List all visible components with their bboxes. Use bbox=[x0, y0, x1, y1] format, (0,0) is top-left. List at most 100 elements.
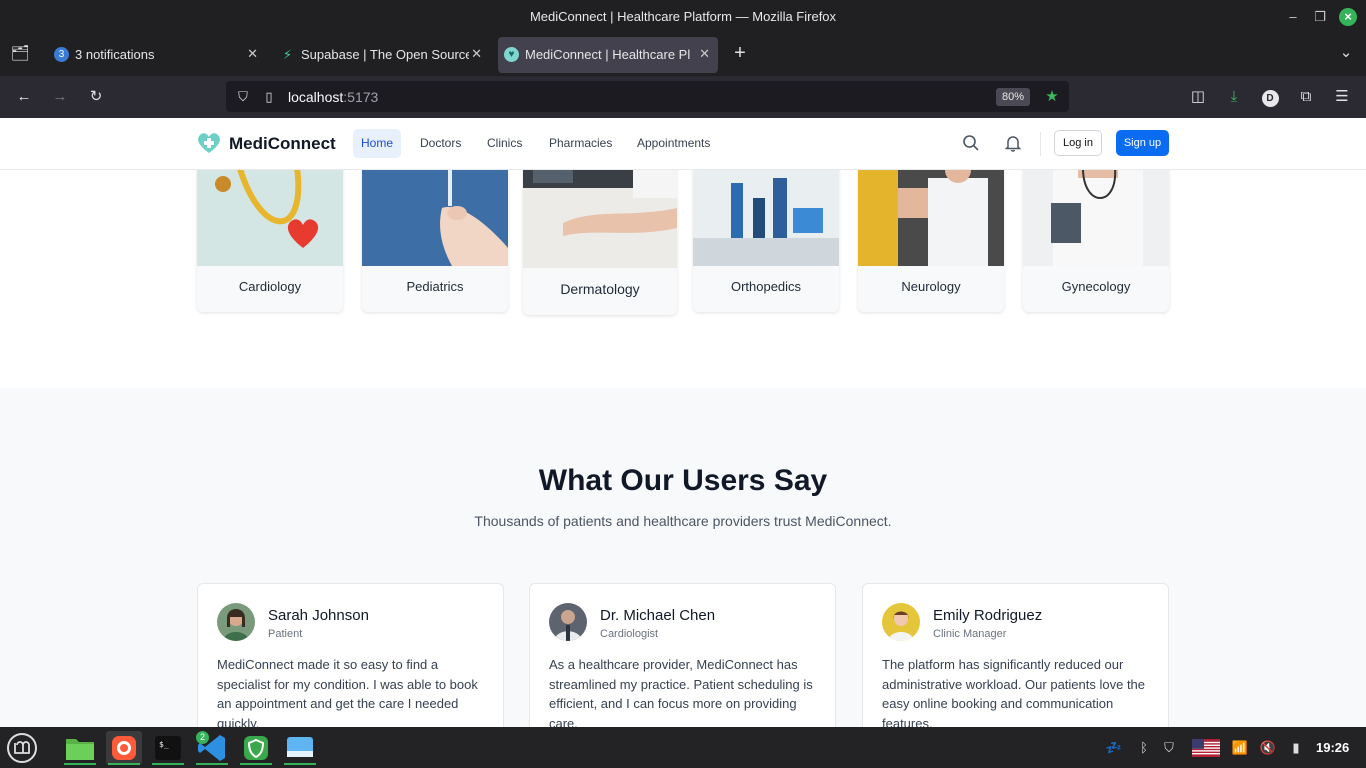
testimonial-quote: MediConnect made it so easy to find a sp… bbox=[217, 657, 478, 727]
url-text[interactable]: localhost:5173 bbox=[288, 89, 378, 105]
avatar bbox=[217, 603, 255, 641]
vscode-icon[interactable]: 2 bbox=[194, 731, 230, 765]
search-icon[interactable] bbox=[961, 133, 981, 153]
tab-mediconnect[interactable]: ♥ MediConnect | Healthcare Pl ✕ bbox=[498, 37, 718, 73]
reload-icon[interactable]: ↻ bbox=[85, 86, 107, 108]
mediconnect-logo-icon bbox=[198, 133, 220, 153]
testimonials-section: What Our Users Say Thousands of patients… bbox=[0, 388, 1366, 727]
zoom-level[interactable]: 80% bbox=[996, 88, 1030, 106]
specialty-card-cardiology[interactable]: Cardiology bbox=[197, 148, 343, 312]
specialty-name: Neurology bbox=[901, 279, 961, 294]
testimonial-name: Dr. Michael Chen bbox=[600, 607, 716, 624]
login-button[interactable]: Log in bbox=[1054, 130, 1102, 156]
tab-strip: 🗂 3 3 notifications ✕ ⚡ Supabase | The O… bbox=[0, 33, 1366, 76]
specialty-card-gynecology[interactable]: Gynecology bbox=[1023, 148, 1169, 312]
testimonial-quote: The platform has significantly reduced o… bbox=[882, 657, 1146, 727]
clock[interactable]: 19:26 bbox=[1316, 740, 1349, 755]
pocket-icon[interactable]: ◫ bbox=[1187, 86, 1209, 108]
sleep-icon[interactable]: 💤 bbox=[1105, 739, 1123, 757]
forward-icon[interactable]: → bbox=[49, 86, 71, 108]
mint-menu-icon[interactable] bbox=[4, 731, 40, 765]
tab-notifications[interactable]: 3 3 notifications ✕ bbox=[48, 37, 266, 73]
battery-icon[interactable]: ▮ bbox=[1287, 739, 1305, 757]
specialty-card-dermatology[interactable]: Dermatology bbox=[523, 148, 677, 315]
running-indicator bbox=[240, 763, 272, 765]
new-tab-icon[interactable]: + bbox=[729, 42, 751, 64]
testimonial-name: Sarah Johnson bbox=[268, 607, 369, 624]
url-bar[interactable]: ⛉ ▯ localhost:5173 80% ★ bbox=[226, 81, 1069, 112]
specialty-card-neurology[interactable]: Neurology bbox=[858, 148, 1004, 312]
testimonial-role: Cardiologist bbox=[600, 628, 659, 640]
volume-muted-icon[interactable]: 🔇 bbox=[1259, 739, 1277, 757]
page-icon[interactable]: ▯ bbox=[258, 86, 280, 108]
nav-clinics[interactable]: Clinics bbox=[479, 129, 530, 158]
wifi-icon[interactable]: 📶 bbox=[1231, 739, 1249, 757]
avatar bbox=[882, 603, 920, 641]
extensions-icon[interactable]: ⧉ bbox=[1295, 86, 1317, 108]
testimonial-card: Sarah Johnson Patient MediConnect made i… bbox=[197, 583, 504, 727]
signup-button[interactable]: Sign up bbox=[1116, 130, 1169, 156]
bell-icon[interactable] bbox=[1003, 133, 1023, 153]
account-icon[interactable]: D bbox=[1259, 86, 1281, 108]
testimonial-role: Clinic Manager bbox=[933, 628, 1007, 640]
running-indicator bbox=[196, 763, 228, 765]
running-indicator bbox=[152, 763, 184, 765]
minimize-button[interactable]: – bbox=[1284, 8, 1302, 26]
files-icon[interactable] bbox=[62, 731, 98, 765]
close-tab-icon[interactable]: ✕ bbox=[699, 46, 710, 62]
vpn-shield-icon[interactable] bbox=[238, 731, 274, 765]
list-tabs-chevron-icon[interactable]: ⌄ bbox=[1335, 42, 1357, 64]
testimonials-subheading: Thousands of patients and healthcare pro… bbox=[474, 513, 892, 529]
terminal-icon[interactable]: $_ bbox=[150, 731, 186, 765]
running-indicator bbox=[64, 763, 96, 765]
url-port: :5173 bbox=[343, 89, 379, 105]
site-header: MediConnect Home Doctors Clinics Pharmac… bbox=[0, 118, 1366, 170]
close-tab-icon[interactable]: ✕ bbox=[247, 46, 258, 62]
nav-doctors[interactable]: Doctors bbox=[412, 129, 469, 158]
avatar bbox=[549, 603, 587, 641]
menu-hamburger-icon[interactable]: ☰ bbox=[1331, 86, 1353, 108]
back-icon[interactable]: ← bbox=[13, 86, 35, 108]
specialty-name: Pediatrics bbox=[406, 279, 464, 294]
specialty-card-orthopedics[interactable]: Orthopedics bbox=[693, 148, 839, 312]
tab-manager-icon[interactable]: 🗂 bbox=[9, 43, 31, 65]
firefox-icon[interactable] bbox=[106, 731, 142, 765]
testimonial-name: Emily Rodriguez bbox=[933, 607, 1043, 624]
account-initial: D bbox=[1261, 90, 1279, 107]
specialty-name: Cardiology bbox=[238, 279, 302, 294]
bluetooth-icon[interactable]: ᛒ bbox=[1135, 739, 1153, 757]
close-window-button[interactable]: × bbox=[1339, 8, 1357, 26]
header-divider bbox=[1040, 132, 1041, 156]
specialty-card-pediatrics[interactable]: Pediatrics bbox=[362, 148, 508, 312]
us-flag-icon[interactable] bbox=[1192, 739, 1220, 757]
nav-pharmacies[interactable]: Pharmacies bbox=[541, 129, 620, 158]
navigation-bar: ← → ↻ ⛉ ▯ localhost:5173 80% ★ ◫ ⤓ D ⧉ ☰ bbox=[0, 76, 1366, 118]
maximize-button[interactable]: ❐ bbox=[1311, 8, 1329, 26]
close-tab-icon[interactable]: ✕ bbox=[471, 46, 482, 62]
shield-icon[interactable]: ⛉ bbox=[232, 86, 254, 108]
testimonial-card: Emily Rodriguez Clinic Manager The platf… bbox=[862, 583, 1169, 727]
specialty-name: Orthopedics bbox=[730, 279, 802, 294]
bookmark-star-icon[interactable]: ★ bbox=[1041, 86, 1063, 108]
downloads-icon[interactable]: ⤓ bbox=[1223, 86, 1245, 108]
window-titlebar: MediConnect | Healthcare Platform — Mozi… bbox=[0, 0, 1366, 33]
running-indicator bbox=[284, 763, 316, 765]
remote-desktop-icon[interactable] bbox=[282, 731, 318, 765]
tab-label: MediConnect | Healthcare Pl bbox=[525, 47, 691, 62]
window-title: MediConnect | Healthcare Platform — Mozi… bbox=[529, 9, 837, 24]
testimonial-quote: As a healthcare provider, MediConnect ha… bbox=[549, 657, 813, 727]
testimonials-heading: What Our Users Say bbox=[538, 464, 828, 497]
mediconnect-favicon: ♥ bbox=[504, 47, 519, 62]
notification-count-badge: 3 bbox=[54, 47, 69, 62]
shield-tray-icon[interactable]: ⛉ bbox=[1160, 739, 1178, 757]
web-content: MediConnect Home Doctors Clinics Pharmac… bbox=[0, 118, 1366, 727]
vscode-badge: 2 bbox=[196, 731, 209, 744]
specialty-name: Dermatology bbox=[560, 281, 640, 297]
tab-supabase[interactable]: ⚡ Supabase | The Open Source ✕ bbox=[274, 37, 490, 73]
taskbar: $_ 2 💤 ᛒ ⛉ 📶 🔇 ▮ 19:26 bbox=[0, 727, 1366, 768]
nav-appointments[interactable]: Appointments bbox=[629, 129, 718, 158]
brand-name[interactable]: MediConnect bbox=[229, 134, 336, 154]
specialty-name: Gynecology bbox=[1061, 279, 1131, 294]
nav-home[interactable]: Home bbox=[353, 129, 402, 158]
running-indicator bbox=[108, 763, 140, 765]
